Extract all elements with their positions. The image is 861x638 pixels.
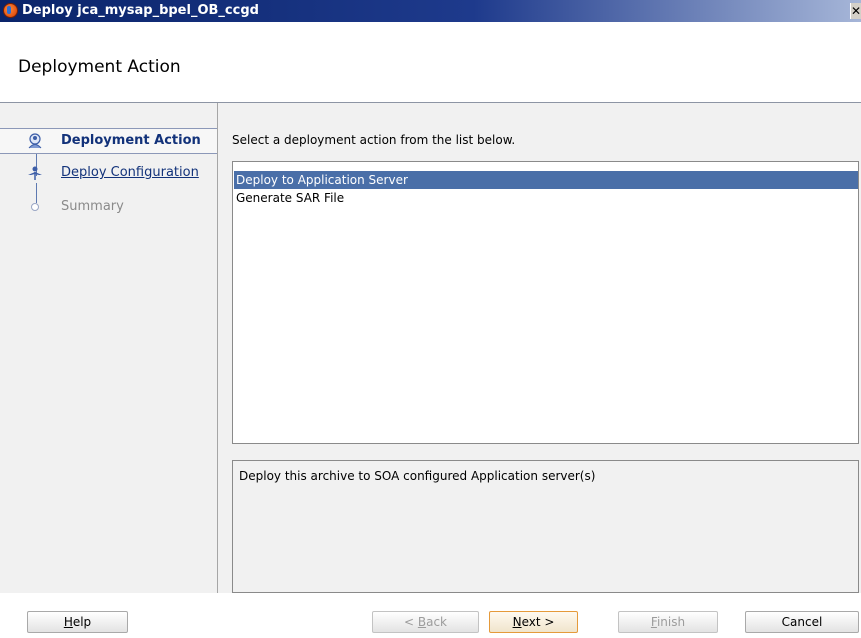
- instruction-label: Select a deployment action from the list…: [232, 133, 516, 147]
- action-description-panel: Deploy this archive to SOA configured Ap…: [232, 460, 859, 593]
- person-step-icon: [28, 166, 42, 180]
- step-deploy-configuration[interactable]: Deploy Configuration: [0, 161, 217, 185]
- button-label: Cancel: [781, 615, 823, 629]
- button-label: <: [403, 615, 418, 629]
- button-label: ext >: [521, 615, 555, 629]
- wizard-header: Deployment Action: [0, 22, 861, 103]
- wizard-steps-panel: Deployment Action Deploy Configuration S…: [0, 103, 218, 593]
- app-icon: [3, 3, 18, 18]
- mnemonic: N: [512, 615, 522, 629]
- step-deployment-action[interactable]: Deployment Action: [0, 128, 217, 154]
- close-button[interactable]: ✕: [850, 3, 861, 19]
- step-summary: Summary: [0, 195, 217, 219]
- step-label: Deploy Configuration: [61, 165, 199, 180]
- list-item[interactable]: Deploy to Application Server: [234, 171, 858, 189]
- cancel-button[interactable]: Cancel: [745, 611, 859, 633]
- step-label: Deployment Action: [61, 133, 201, 148]
- mnemonic: B: [417, 615, 427, 629]
- back-button[interactable]: < Back: [372, 611, 479, 633]
- button-label: ack: [426, 615, 447, 629]
- button-label: inish: [656, 615, 686, 629]
- step-label: Summary: [61, 199, 124, 214]
- list-item[interactable]: Generate SAR File: [234, 189, 858, 207]
- button-bar: Help < Back Next > Finish Cancel: [0, 593, 861, 638]
- next-button[interactable]: Next >: [489, 611, 578, 633]
- help-button[interactable]: Help: [27, 611, 128, 633]
- title-bar[interactable]: Deploy jca_mysap_bpel_OB_ccgd ✕: [0, 0, 861, 22]
- person-step-icon: [28, 133, 42, 149]
- window-title: Deploy jca_mysap_bpel_OB_ccgd: [22, 3, 259, 18]
- action-description: Deploy this archive to SOA configured Ap…: [239, 469, 596, 483]
- empty-step-icon: [31, 203, 39, 211]
- wizard-content: Select a deployment action from the list…: [218, 103, 861, 593]
- mnemonic: H: [63, 615, 73, 629]
- deployment-action-list[interactable]: Deploy to Application Server Generate SA…: [232, 161, 859, 444]
- button-label: elp: [72, 615, 92, 629]
- finish-button[interactable]: Finish: [618, 611, 718, 633]
- page-title: Deployment Action: [18, 57, 181, 77]
